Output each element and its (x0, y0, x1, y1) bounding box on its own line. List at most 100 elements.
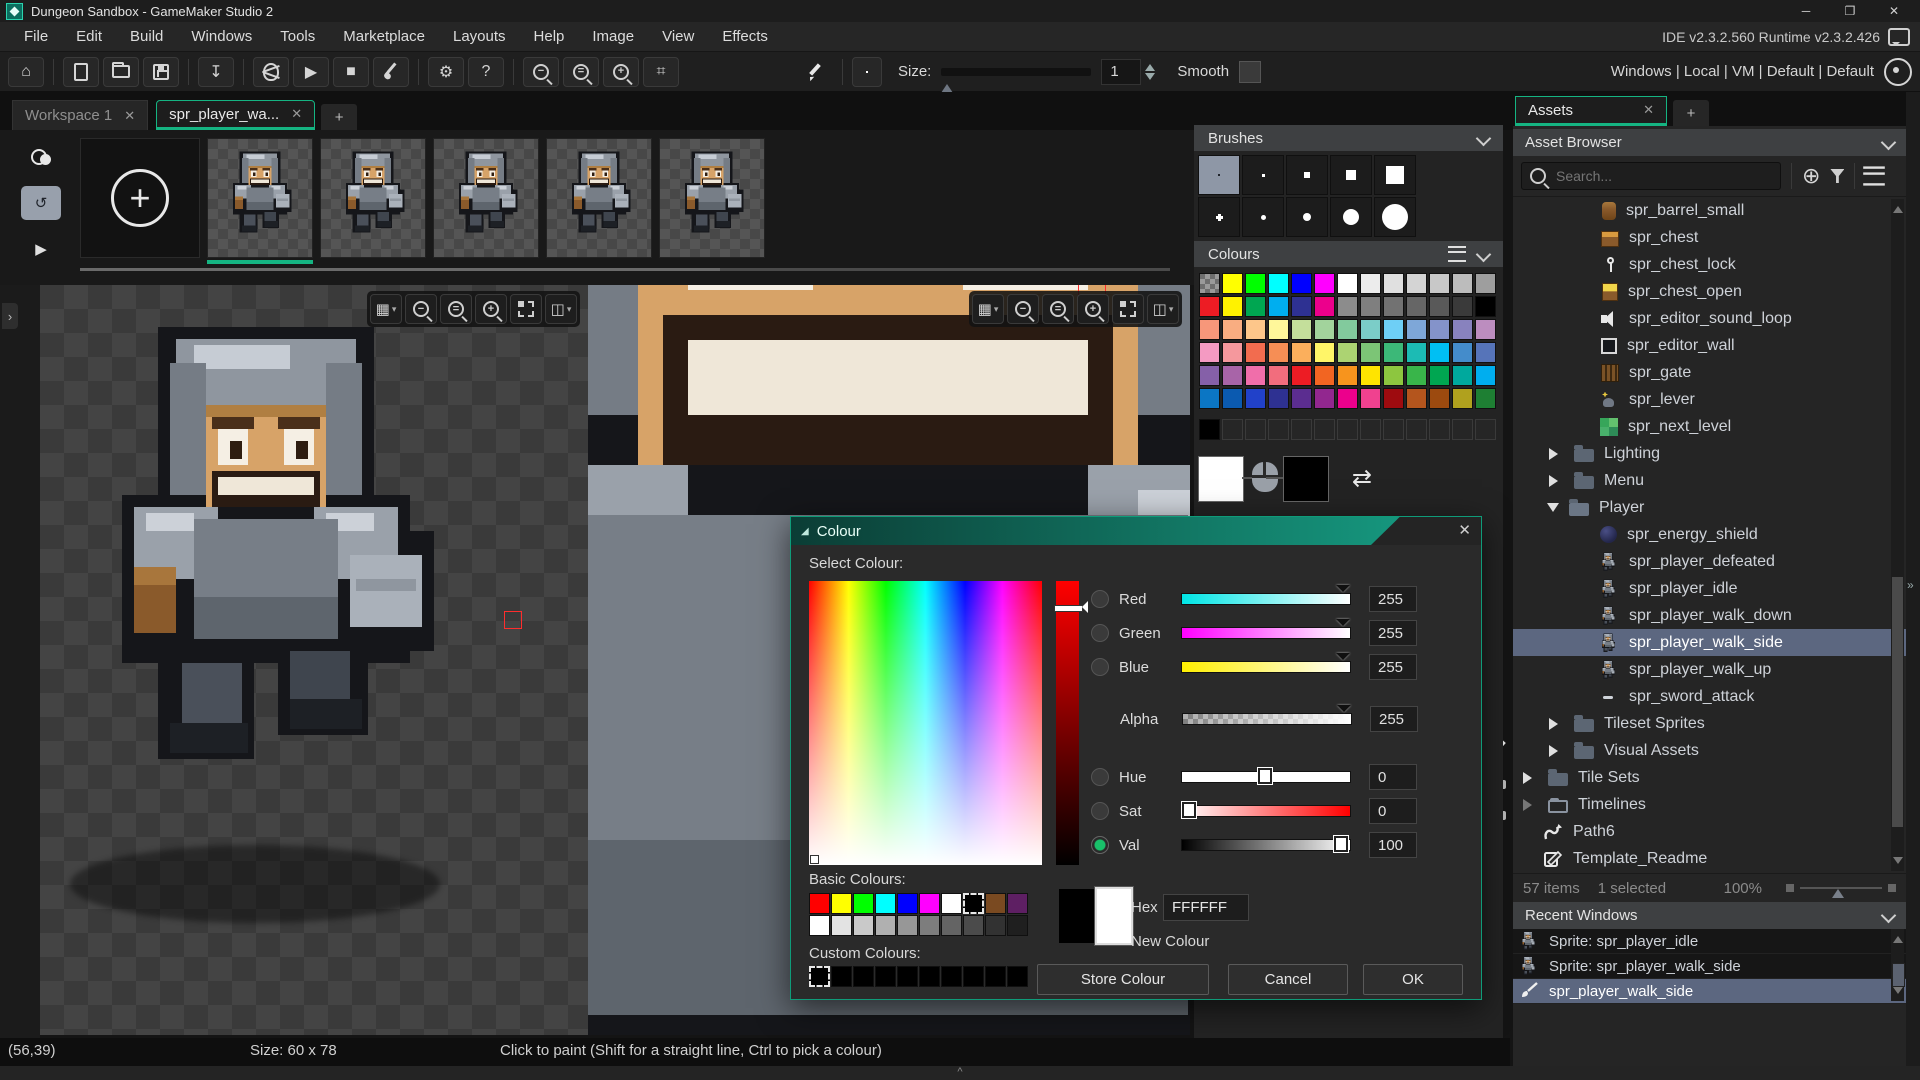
colour-swatch[interactable] (1222, 273, 1243, 294)
colour-swatch[interactable] (1383, 388, 1404, 409)
colour-swatch[interactable] (1268, 419, 1289, 440)
colour-swatch[interactable] (1452, 419, 1473, 440)
loop-playback-button[interactable]: ↺ (21, 186, 61, 220)
asset-tree-folder[interactable]: Menu (1513, 467, 1906, 494)
colour-swatch[interactable] (1245, 388, 1266, 409)
colour-swatch[interactable] (1360, 388, 1381, 409)
asset-tree-folder[interactable]: Player (1513, 494, 1906, 521)
panel-expander[interactable]: › (2, 303, 18, 329)
val-slider[interactable] (1181, 836, 1351, 852)
colour-swatch[interactable] (809, 915, 830, 936)
tab-sprite-editor[interactable]: spr_player_wa... ✕ (156, 100, 316, 130)
asset-tree-item[interactable]: spr_chest_open (1513, 278, 1906, 305)
colour-swatch[interactable] (1452, 388, 1473, 409)
swap-colours-icon[interactable]: ⇄ (1352, 464, 1372, 493)
colour-swatch[interactable] (1429, 342, 1450, 363)
colour-swatch[interactable] (919, 966, 940, 987)
restore-button[interactable]: ❐ (1830, 1, 1870, 21)
asset-tree-item-selected[interactable]: spr_player_walk_side (1513, 629, 1906, 656)
asset-tree-item[interactable]: spr_barrel_small (1513, 197, 1906, 224)
colour-swatch[interactable] (1291, 388, 1312, 409)
brush-cell[interactable] (1286, 155, 1328, 195)
colour-swatch[interactable] (875, 915, 896, 936)
menu-image[interactable]: Image (578, 24, 648, 49)
brush-cell[interactable] (1242, 155, 1284, 195)
menu-windows[interactable]: Windows (177, 24, 266, 49)
close-tab-icon[interactable]: ✕ (1643, 102, 1654, 118)
colour-swatch[interactable] (1337, 273, 1358, 294)
split-view-button[interactable]: ◫ ▾ (1147, 294, 1179, 324)
colour-swatch[interactable] (1268, 365, 1289, 386)
asset-browser-header[interactable]: Asset Browser (1513, 129, 1906, 156)
colour-swatch[interactable] (985, 893, 1006, 914)
colour-swatch[interactable] (1245, 296, 1266, 317)
colour-swatch[interactable] (1383, 273, 1404, 294)
asset-tree-item[interactable]: spr_player_idle (1513, 575, 1906, 602)
new-project-button[interactable] (63, 56, 99, 87)
colour-swatch[interactable] (1383, 419, 1404, 440)
value-bar[interactable] (1054, 581, 1088, 865)
size-decrement-button[interactable] (1145, 72, 1156, 85)
zoom-reset-button[interactable] (563, 56, 599, 87)
colour-swatch[interactable] (1406, 319, 1427, 340)
add-asset-button[interactable]: ⊕ (1802, 163, 1820, 189)
sat-slider[interactable] (1181, 802, 1351, 818)
colour-swatch[interactable] (1007, 893, 1028, 914)
new-panel-tab-button[interactable]: + (1673, 100, 1709, 126)
asset-tree-folder[interactable]: Lighting (1513, 440, 1906, 467)
collapse-panel-icon[interactable]: » (1907, 578, 1914, 592)
zoom-reset-button[interactable] (440, 294, 472, 324)
alpha-value[interactable]: 255 (1370, 706, 1418, 732)
colour-swatch[interactable] (1360, 319, 1381, 340)
asset-zoom-slider[interactable] (1786, 882, 1896, 898)
colour-swatch[interactable] (1360, 365, 1381, 386)
colour-swatch[interactable] (1199, 365, 1220, 386)
colour-swatch[interactable] (831, 893, 852, 914)
scroll-down-icon[interactable] (1893, 987, 1903, 999)
zoom-out-button[interactable] (405, 294, 437, 324)
colour-swatch[interactable] (1452, 365, 1473, 386)
saturation-value-picker[interactable] (809, 581, 1042, 865)
expander-arrow-icon[interactable] (1549, 474, 1564, 487)
brushes-panel-header[interactable]: Brushes (1194, 125, 1503, 151)
stop-button[interactable]: ■ (333, 56, 369, 87)
colour-swatch[interactable] (1199, 273, 1220, 294)
colour-swatch[interactable] (1429, 296, 1450, 317)
size-increment-button[interactable] (1145, 59, 1156, 71)
tab-assets[interactable]: Assets ✕ (1515, 96, 1667, 126)
create-executable-button[interactable]: ↧ (198, 56, 234, 87)
browser-menu-icon[interactable] (1863, 166, 1886, 186)
colour-swatch[interactable] (1452, 296, 1473, 317)
scroll-up-icon[interactable] (1893, 931, 1903, 943)
brush-cell[interactable] (1198, 197, 1240, 237)
colour-swatch[interactable] (963, 915, 984, 936)
zoom-out-button[interactable] (523, 56, 559, 87)
colour-swatch[interactable] (1007, 915, 1028, 936)
colour-swatch[interactable] (1406, 365, 1427, 386)
colour-swatch[interactable] (1383, 296, 1404, 317)
scrollbar-thumb[interactable] (1892, 577, 1903, 827)
colour-swatch[interactable] (809, 893, 830, 914)
colour-swatch[interactable] (1291, 342, 1312, 363)
colour-swatch[interactable] (1314, 342, 1335, 363)
colour-swatch[interactable] (1222, 296, 1243, 317)
ok-button[interactable]: OK (1363, 964, 1463, 995)
colour-swatch[interactable] (1360, 273, 1381, 294)
colour-swatch[interactable] (1475, 296, 1496, 317)
colour-swatch[interactable] (1199, 319, 1220, 340)
brush-cell[interactable] (1198, 155, 1240, 195)
colour-swatch[interactable] (1314, 296, 1335, 317)
asset-tree-item[interactable]: spr_player_defeated (1513, 548, 1906, 575)
new-workspace-tab-button[interactable]: + (321, 104, 358, 130)
frame-thumbnail-5[interactable] (659, 138, 765, 258)
minimize-button[interactable]: ─ (1786, 1, 1826, 21)
colour-swatch[interactable] (1291, 296, 1312, 317)
colour-swatch[interactable] (1337, 388, 1358, 409)
colour-swatch[interactable] (1199, 388, 1220, 409)
scrollbar-thumb[interactable] (1892, 963, 1905, 987)
menu-edit[interactable]: Edit (62, 24, 116, 49)
colour-swatch[interactable] (1406, 273, 1427, 294)
frame-thumbnail-1[interactable] (207, 138, 313, 264)
hex-input[interactable]: FFFFFF (1163, 894, 1249, 921)
recent-windows-header[interactable]: Recent Windows (1513, 902, 1906, 929)
